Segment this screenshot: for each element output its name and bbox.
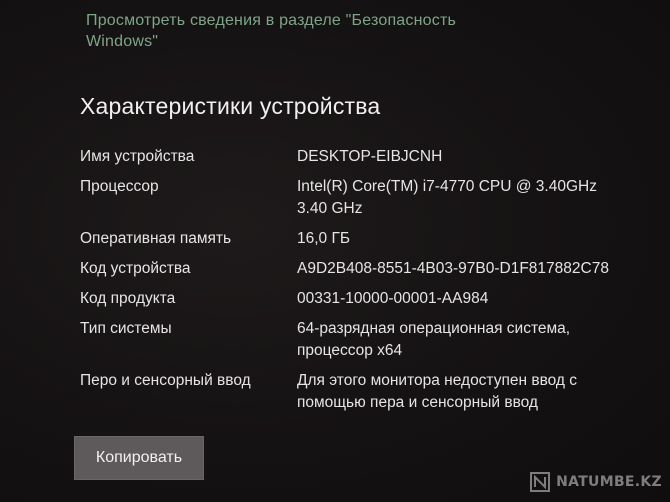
- device-specs-list: Имя устройства DESKTOP-EIBJCNH Процессор…: [80, 146, 640, 422]
- spec-label: Имя устройства: [80, 148, 195, 165]
- spec-value: DESKTOP-EIBJCNH: [297, 148, 443, 165]
- spec-value: Intel(R) Core(TM) i7-4770 CPU @ 3.40GHz …: [297, 178, 597, 217]
- natumbe-logo-icon: [530, 472, 551, 492]
- spec-row-product-id: Код продукта 00331-10000-00001-AA984: [80, 288, 640, 310]
- spec-label: Оперативная память: [80, 230, 232, 247]
- spec-label: Код продукта: [80, 290, 176, 307]
- watermark: NATUMBE.KZ: [530, 472, 662, 492]
- spec-value: 00331-10000-00001-AA984: [297, 290, 489, 307]
- spec-value: A9D2B408-8551-4B03-97B0-D1F817882C78: [297, 260, 609, 277]
- windows-security-link[interactable]: Просмотреть сведения в разделе "Безопасн…: [86, 10, 506, 52]
- spec-value: 16,0 ГБ: [297, 230, 351, 247]
- device-specs-title: Характеристики устройства: [80, 93, 381, 119]
- spec-row-device-id: Код устройства A9D2B408-8551-4B03-97B0-D…: [80, 258, 640, 280]
- spec-label: Код устройства: [80, 260, 191, 277]
- spec-value: Для этого монитора недоступен ввод с пом…: [297, 372, 578, 411]
- spec-row-processor: Процессор Intel(R) Core(TM) i7-4770 CPU …: [80, 176, 640, 220]
- watermark-text: NATUMBE.KZ: [556, 474, 662, 490]
- spec-value: 64-разрядная операционная система, проце…: [297, 320, 571, 359]
- spec-row-ram: Оперативная память 16,0 ГБ: [80, 228, 640, 250]
- spec-row-system-type: Тип системы 64-разрядная операционная си…: [80, 318, 640, 362]
- copy-button[interactable]: Копировать: [74, 436, 204, 480]
- spec-label: Перо и сенсорный ввод: [80, 372, 251, 389]
- spec-label: Тип системы: [80, 320, 172, 337]
- spec-row-pen-touch: Перо и сенсорный ввод Для этого монитора…: [80, 370, 640, 414]
- spec-label: Процессор: [80, 178, 159, 195]
- spec-row-device-name: Имя устройства DESKTOP-EIBJCNH: [80, 146, 640, 168]
